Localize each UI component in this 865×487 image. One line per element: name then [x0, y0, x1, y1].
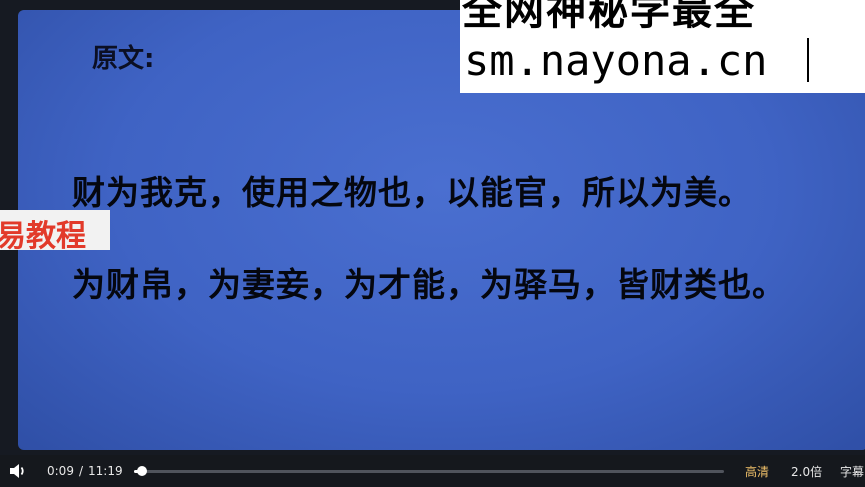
- total-duration: 11:19: [88, 464, 123, 478]
- watermark-overlay: 全网神秘学最全 sm.nayona.cn: [460, 0, 865, 93]
- subtitle-button[interactable]: 字幕: [840, 463, 864, 480]
- progress-handle[interactable]: [136, 466, 147, 476]
- slide-text-line-1: 财为我克，使用之物也，以能官，所以为美。: [72, 173, 752, 212]
- time-display: 0:09 / 11:19: [47, 464, 123, 478]
- current-time: 0:09: [47, 464, 74, 478]
- player-control-bar: 0:09 / 11:19 高清 2.0倍 字幕: [0, 455, 865, 487]
- left-badge-text: 易教程: [0, 219, 86, 254]
- text-cursor: [807, 38, 809, 82]
- left-badge: 易教程: [0, 210, 110, 254]
- slide-heading: 原文:: [92, 44, 155, 74]
- quality-button[interactable]: 高清: [745, 463, 769, 480]
- time-separator: /: [78, 464, 83, 478]
- progress-bar[interactable]: [134, 466, 724, 476]
- watermark-top-text: 全网神秘学最全: [462, 0, 756, 34]
- speed-button[interactable]: 2.0倍: [791, 463, 822, 480]
- slide-text-line-2: 为财帛，为妻妾，为才能，为驿马，皆财类也。: [72, 265, 786, 304]
- video-frame[interactable]: 原文: 财为我克，使用之物也，以能官，所以为美。 为财帛，为妻妾，为才能，为驿马…: [0, 0, 865, 455]
- speaker-icon[interactable]: [8, 462, 28, 480]
- watermark-url: sm.nayona.cn: [464, 36, 768, 85]
